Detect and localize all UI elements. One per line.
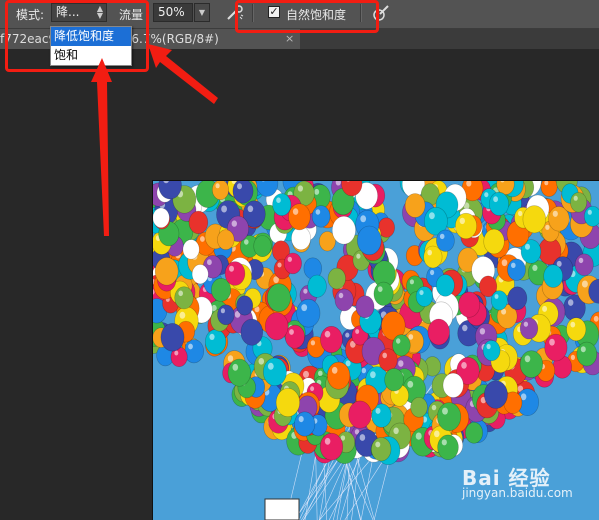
annotation-arrow-up — [91, 58, 112, 236]
annotation-arrow-diagonal — [148, 44, 218, 104]
annotation-arrows — [91, 44, 218, 236]
watermark-url: jingyan.baidu.com — [462, 486, 573, 500]
watermark: Bai 经验 jingyan.baidu.com — [462, 462, 573, 500]
